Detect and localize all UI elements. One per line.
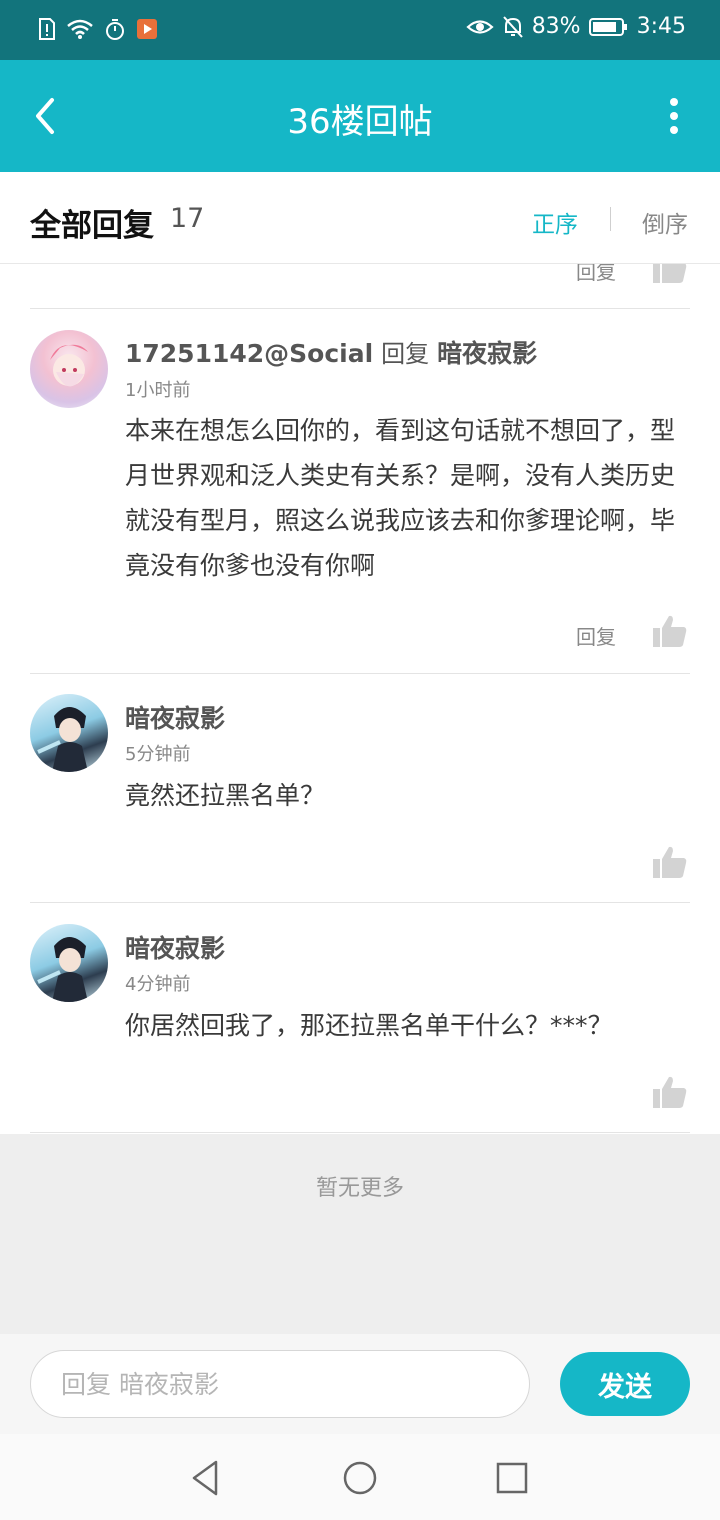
comment-time: 4分钟前: [125, 974, 191, 995]
wifi-icon: [67, 19, 93, 39]
comment-content: 你居然回我了，那还拉黑名单干什么？***？: [125, 1011, 613, 1040]
like-icon[interactable]: [652, 1075, 688, 1109]
avatar-image: [50, 344, 88, 387]
comment-author-line: 暗夜寂影: [125, 699, 225, 735]
timer-icon: [106, 19, 124, 40]
reply-input-bar: 发送: [0, 1334, 720, 1434]
app-header: 36楼回帖: [0, 60, 720, 172]
replies-section-header: 全部回复 17 正序 倒序: [0, 172, 720, 264]
nav-back-icon[interactable]: [186, 1458, 226, 1498]
battery-percent: 83%: [531, 14, 581, 39]
comment-time: 1小时前: [125, 380, 191, 401]
divider: [30, 308, 690, 309]
page-title: 36楼回帖: [287, 102, 433, 142]
avatar[interactable]: [30, 924, 108, 1002]
avatar-image: [37, 937, 88, 1002]
more-vertical-icon[interactable]: [668, 98, 680, 134]
reply-word: 回复: [381, 340, 430, 368]
send-button[interactable]: 发送: [560, 1352, 690, 1416]
list-end-area: 暂无更多: [0, 1134, 720, 1334]
reply-button[interactable]: 回复: [576, 264, 616, 285]
comment-author-line: 17251142@Social 回复 暗夜寂影: [125, 334, 537, 370]
system-nav-bar: [0, 1434, 720, 1520]
like-icon[interactable]: [652, 614, 688, 648]
avatar[interactable]: [30, 330, 108, 408]
username[interactable]: 暗夜寂影: [125, 704, 225, 733]
comment-time: 5分钟前: [125, 744, 191, 765]
sort-ascending-tab[interactable]: 正序: [532, 205, 578, 239]
reply-input[interactable]: [30, 1350, 530, 1418]
video-app-icon: [137, 19, 157, 39]
battery-icon: [588, 17, 627, 36]
divider: [30, 902, 690, 903]
section-title: 全部回复: [30, 208, 154, 244]
clock: 3:45: [636, 14, 686, 39]
comment-content: 本来在想怎么回你的，看到这句话就不想回了，型月世界观和泛人类史有关系？是啊，没有…: [125, 416, 676, 580]
divider: [30, 673, 690, 674]
reply-list[interactable]: 回复 17251142@Social 回复 暗夜寂影 1小时前 本来在想怎么回你…: [0, 264, 720, 1134]
eye-icon: [466, 19, 494, 34]
status-left-icons: [38, 17, 158, 41]
status-bar: 83% 3:45: [0, 0, 720, 60]
reply-target-username[interactable]: 暗夜寂影: [437, 339, 537, 368]
comment-author-line: 暗夜寂影: [125, 929, 225, 965]
avatar-image: [37, 707, 88, 772]
like-icon[interactable]: [652, 264, 688, 284]
comment-content: 竟然还拉黑名单？: [125, 781, 326, 810]
sort-descending-tab[interactable]: 倒序: [642, 205, 688, 239]
avatar[interactable]: [30, 694, 108, 772]
mute-bell-icon: [502, 15, 523, 38]
nav-home-icon[interactable]: [340, 1458, 380, 1498]
sim-alert-icon: [39, 18, 55, 40]
reply-count: 17: [170, 203, 205, 234]
like-icon[interactable]: [652, 845, 688, 879]
status-right: 83% 3:45: [466, 14, 686, 39]
reply-button[interactable]: 回复: [576, 621, 616, 650]
username[interactable]: 17251142@Social: [125, 339, 373, 368]
username[interactable]: 暗夜寂影: [125, 934, 225, 963]
nav-recents-icon[interactable]: [492, 1458, 532, 1498]
no-more-text: 暂无更多: [315, 1176, 404, 1201]
sort-divider: [610, 207, 611, 231]
divider: [30, 1132, 690, 1133]
